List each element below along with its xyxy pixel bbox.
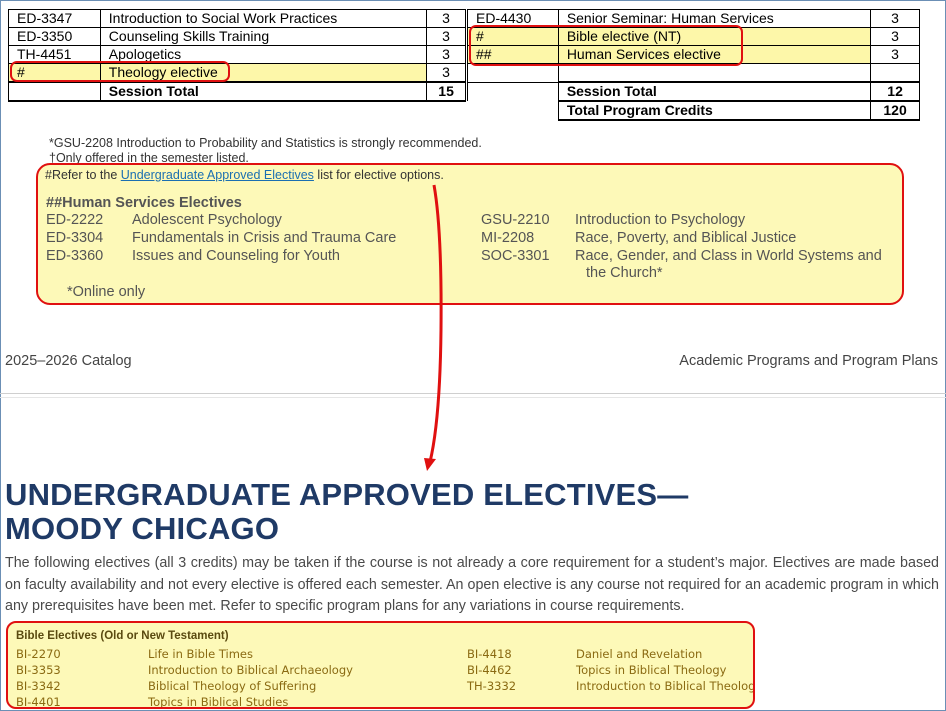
- bible-electives-title: Bible Electives (Old or New Testament): [16, 630, 229, 642]
- bible-course-title: Introduction to Biblical Theology: [576, 679, 755, 693]
- program-total-row: Total Program Credits 120: [468, 100, 920, 121]
- bible-course-code: BI-4418: [467, 647, 512, 661]
- hs-course-title-continued: the Church*: [586, 265, 663, 281]
- bible-course-code: BI-4401: [16, 695, 61, 709]
- blank-cell: [8, 81, 101, 102]
- session-total-credits: 15: [426, 81, 466, 102]
- course-credits: 3: [426, 63, 466, 83]
- bible-course-title: Introduction to Biblical Archaeology: [148, 663, 353, 677]
- section-paragraph: The following electives (all 3 credits) …: [5, 555, 939, 614]
- hs-course-code: ED-2222: [46, 212, 104, 228]
- bible-course-code: BI-2270: [16, 647, 61, 661]
- refer-prefix: #Refer to the: [45, 168, 121, 182]
- hs-course-code: ED-3304: [46, 230, 104, 246]
- catalog-footer: 2025–2026 Catalog: [5, 353, 132, 369]
- theology-elective-highlight: [10, 61, 230, 82]
- approved-electives-link[interactable]: Undergraduate Approved Electives: [121, 168, 314, 182]
- session-total-label: Session Total: [557, 81, 872, 102]
- offered-note: †Only offered in the semester listed.: [49, 151, 249, 163]
- program-total-credits: 120: [870, 100, 920, 121]
- hs-course-code: SOC-3301: [481, 248, 550, 264]
- page-divider: [0, 393, 946, 394]
- session-total-label: Session Total: [99, 81, 428, 102]
- hs-course-title: Fundamentals in Crisis and Trauma Care: [132, 230, 397, 246]
- course-credits: 3: [426, 45, 466, 64]
- human-services-title: ##Human Services Electives: [46, 195, 242, 211]
- left-course-table: ED-3347 Introduction to Social Work Prac…: [8, 9, 466, 102]
- electives-highlight: [469, 25, 743, 66]
- course-title: Introduction to Social Work Practices: [99, 9, 428, 28]
- course-credits: 3: [426, 27, 466, 46]
- session-total-row: Session Total 15: [8, 81, 466, 102]
- blank-cell: [468, 101, 559, 120]
- session-total-row: Session Total 12: [467, 81, 920, 102]
- blank-cell: [467, 82, 559, 101]
- bible-course-code: BI-3353: [16, 663, 61, 677]
- course-title: Counseling Skills Training: [99, 27, 428, 46]
- bible-course-code: BI-4462: [467, 663, 512, 677]
- gsu-note: *GSU-2208 Introduction to Probability an…: [49, 136, 482, 150]
- session-total-credits: 12: [870, 81, 920, 102]
- refer-suffix: list for elective options.: [313, 168, 444, 182]
- course-credits: 3: [870, 27, 920, 46]
- section-title-line2: MOODY CHICAGO: [5, 511, 280, 546]
- hs-course-code: ED-3360: [46, 248, 104, 264]
- course-credits: [870, 63, 920, 83]
- page-divider: [0, 397, 946, 398]
- bible-course-code: BI-3342: [16, 679, 61, 693]
- table-row: ED-3347 Introduction to Social Work Prac…: [8, 9, 466, 28]
- hs-course-title: Issues and Counseling for Youth: [132, 248, 340, 264]
- hs-course-code: GSU-2210: [481, 212, 550, 228]
- hs-course-code: MI-2208: [481, 230, 535, 246]
- bible-course-code: TH-3332: [467, 679, 517, 693]
- course-title: [557, 63, 872, 83]
- table-row: ED-3350 Counseling Skills Training 3: [8, 27, 466, 46]
- hs-course-title: Introduction to Psychology: [575, 212, 746, 228]
- section-footer: Academic Programs and Program Plans: [679, 353, 938, 369]
- section-title: UNDERGRADUATE APPROVED ELECTIVES— MOODY …: [5, 478, 689, 546]
- bible-course-title: Daniel and Revelation: [576, 647, 703, 661]
- course-credits: 3: [426, 9, 466, 28]
- bible-course-title: Topics in Biblical Theology: [576, 663, 727, 677]
- course-code: [467, 63, 559, 83]
- bible-electives-panel: Bible Electives (Old or New Testament) B…: [6, 621, 755, 709]
- hs-course-title: Race, Poverty, and Biblical Justice: [575, 230, 797, 246]
- section-title-line1: UNDERGRADUATE APPROVED ELECTIVES—: [5, 477, 689, 512]
- hs-course-title: Race, Gender, and Class in World Systems…: [575, 248, 882, 264]
- course-code: ED-3347: [8, 9, 101, 28]
- table-row: [467, 63, 920, 83]
- course-credits: 3: [870, 9, 920, 28]
- online-only-note: *Online only: [67, 284, 146, 300]
- course-code: ED-3350: [8, 27, 101, 46]
- bible-course-title: Biblical Theology of Suffering: [148, 679, 317, 693]
- hs-course-title: Adolescent Psychology: [132, 212, 282, 228]
- bible-course-title: Life in Bible Times: [148, 647, 253, 661]
- bible-course-title: Topics in Biblical Studies: [148, 695, 289, 709]
- refer-note: #Refer to the Undergraduate Approved Ele…: [45, 168, 444, 182]
- program-total-label: Total Program Credits: [557, 100, 872, 121]
- course-credits: 3: [870, 45, 920, 64]
